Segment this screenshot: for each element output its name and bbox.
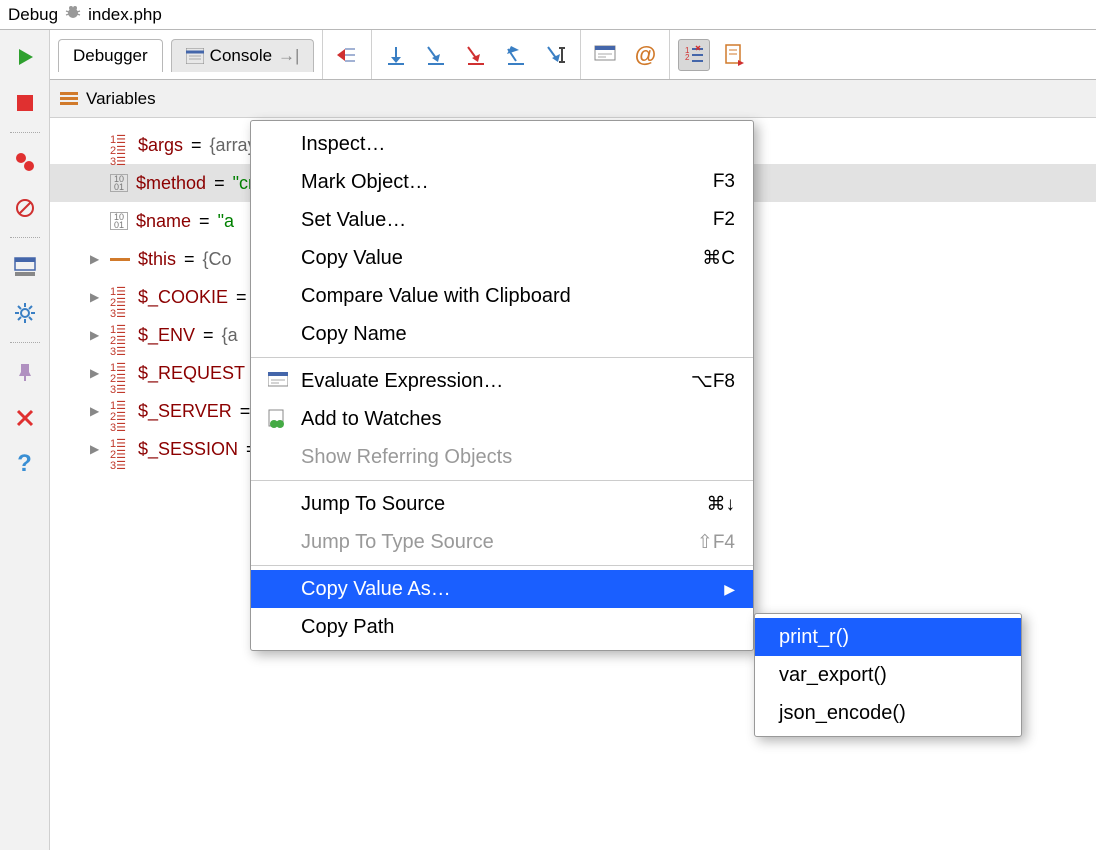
menu-copy-value-as[interactable]: Copy Value As…▶: [251, 570, 753, 608]
window-titlebar: Debug index.php: [0, 0, 1096, 30]
array-icon: 1☰2☰3☰: [110, 363, 130, 383]
array-icon: 1☰2☰3☰: [110, 439, 130, 459]
step-over-icon[interactable]: [380, 39, 412, 71]
tab-debugger[interactable]: Debugger: [58, 39, 163, 72]
expand-icon[interactable]: ▶: [90, 328, 104, 342]
copy-value-as-submenu: print_r() var_export() json_encode(): [754, 613, 1022, 737]
array-icon: 1☰2☰3☰: [110, 135, 130, 155]
file-name: index.php: [88, 5, 162, 25]
console-arrow-icon: →|: [278, 46, 299, 66]
var-name: $_ENV: [138, 325, 195, 346]
close-icon[interactable]: [8, 401, 42, 435]
watches-icon[interactable]: [718, 39, 750, 71]
menu-evaluate-expression[interactable]: Evaluate Expression…⌥F8: [251, 362, 753, 400]
variables-panel-header: Variables: [50, 80, 1096, 118]
expand-icon[interactable]: ▶: [90, 404, 104, 418]
var-name: $_COOKIE: [138, 287, 228, 308]
console-icon: [186, 48, 204, 64]
var-name: $method: [136, 173, 206, 194]
submenu-json-encode[interactable]: json_encode(): [755, 694, 1021, 732]
evaluate-icon: [267, 370, 289, 392]
watches-icon: [267, 408, 289, 430]
menu-mark-object[interactable]: Mark Object…F3: [251, 163, 753, 201]
menu-copy-name[interactable]: Copy Name: [251, 315, 753, 353]
stop-icon[interactable]: [8, 86, 42, 120]
variables-list: 1☰2☰3☰$args = {array} [0]1001$method = "…: [50, 118, 1096, 850]
context-menu: Inspect… Mark Object…F3 Set Value…F2 Cop…: [250, 120, 754, 651]
binary-icon: 1001: [110, 212, 128, 230]
menu-jump-to-type-source: Jump To Type Source⇧F4: [251, 523, 753, 561]
menu-compare-clipboard[interactable]: Compare Value with Clipboard: [251, 277, 753, 315]
variables-title: Variables: [86, 89, 156, 109]
var-name: $_REQUEST: [138, 363, 245, 384]
menu-show-referring-objects: Show Referring Objects: [251, 438, 753, 476]
var-name: $_SESSION: [138, 439, 238, 460]
var-name: $this: [138, 249, 176, 270]
step-into-icon[interactable]: [420, 39, 452, 71]
menu-copy-value[interactable]: Copy Value⌘C: [251, 239, 753, 277]
menu-inspect[interactable]: Inspect…: [251, 125, 753, 163]
debug-toolbar: ?: [0, 30, 50, 850]
step-out-icon[interactable]: [500, 39, 532, 71]
submenu-print-r[interactable]: print_r(): [755, 618, 1021, 656]
expand-icon[interactable]: ▶: [90, 290, 104, 304]
menu-jump-to-source[interactable]: Jump To Source⌘↓: [251, 485, 753, 523]
settings-icon[interactable]: [8, 296, 42, 330]
breakpoints-icon[interactable]: [8, 145, 42, 179]
submenu-arrow-icon: ▶: [724, 581, 735, 598]
debug-label: Debug: [8, 5, 58, 25]
mute-breakpoints-icon[interactable]: [8, 191, 42, 225]
evaluate-expr-icon[interactable]: [589, 39, 621, 71]
menu-set-value[interactable]: Set Value…F2: [251, 201, 753, 239]
menu-copy-path[interactable]: Copy Path: [251, 608, 753, 646]
debug-tabs: Debugger Console →| @ 12: [50, 30, 1096, 80]
help-icon[interactable]: ?: [8, 447, 42, 481]
object-icon: [110, 249, 130, 269]
bug-icon: [64, 3, 82, 26]
expand-icon[interactable]: ▶: [90, 366, 104, 380]
menu-add-to-watches[interactable]: Add to Watches: [251, 400, 753, 438]
binary-icon: 1001: [110, 174, 128, 192]
array-icon: 1☰2☰3☰: [110, 401, 130, 421]
var-name: $args: [138, 135, 183, 156]
submenu-var-export[interactable]: var_export(): [755, 656, 1021, 694]
sort-icon[interactable]: 12: [678, 39, 710, 71]
variables-icon: [60, 90, 78, 107]
run-to-cursor-icon[interactable]: [540, 39, 572, 71]
show-exec-point-icon[interactable]: [331, 39, 363, 71]
resume-icon[interactable]: [8, 40, 42, 74]
var-name: $name: [136, 211, 191, 232]
tab-console[interactable]: Console →|: [171, 39, 315, 72]
svg-text:2: 2: [685, 53, 690, 62]
array-icon: 1☰2☰3☰: [110, 325, 130, 345]
at-icon[interactable]: @: [629, 39, 661, 71]
var-name: $_SERVER: [138, 401, 232, 422]
force-step-into-icon[interactable]: [460, 39, 492, 71]
pin-icon[interactable]: [8, 355, 42, 389]
expand-icon[interactable]: ▶: [90, 252, 104, 266]
expand-icon[interactable]: ▶: [90, 442, 104, 456]
array-icon: 1☰2☰3☰: [110, 287, 130, 307]
layout-icon[interactable]: [8, 250, 42, 284]
